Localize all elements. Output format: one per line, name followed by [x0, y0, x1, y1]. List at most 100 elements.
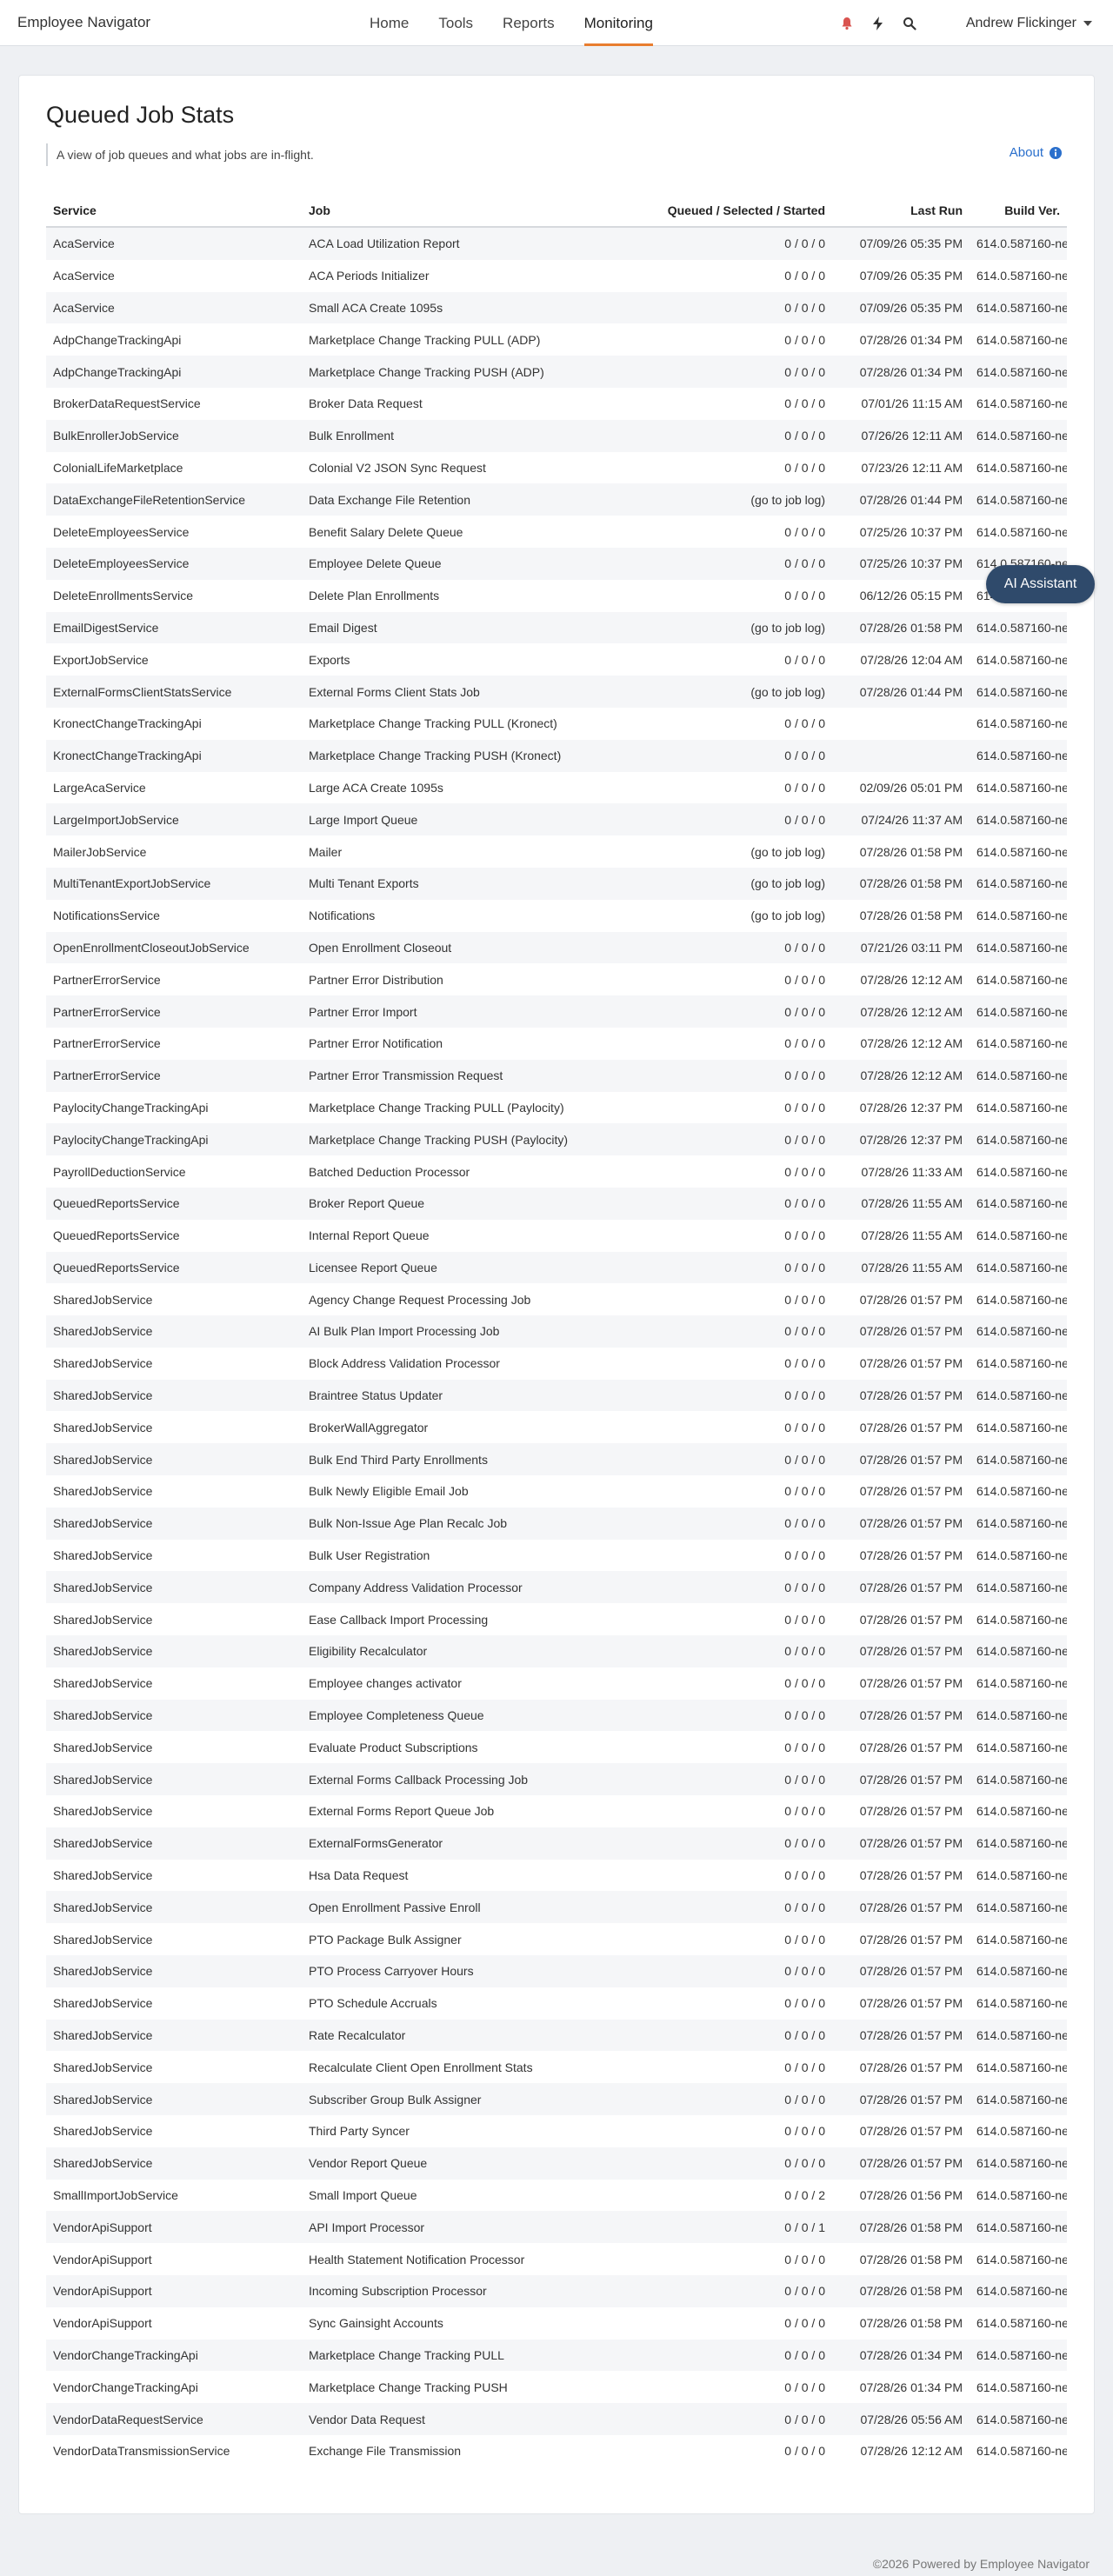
- job-link[interactable]: Employee Delete Queue: [302, 547, 589, 580]
- counts-link[interactable]: 0 / 0 / 0: [589, 2403, 832, 2435]
- counts-link[interactable]: 0 / 0 / 0: [589, 1348, 832, 1380]
- counts-link[interactable]: 0 / 0 / 0: [589, 1891, 832, 1924]
- job-link[interactable]: ExternalFormsGenerator: [302, 1827, 589, 1860]
- user-menu[interactable]: Andrew Flickinger: [966, 16, 1092, 31]
- job-link[interactable]: Small ACA Create 1095s: [302, 291, 589, 324]
- counts-link[interactable]: 0 / 0 / 0: [589, 1187, 832, 1220]
- job-link[interactable]: Partner Error Distribution: [302, 963, 589, 995]
- job-link[interactable]: Marketplace Change Tracking PULL (Payloc…: [302, 1092, 589, 1124]
- job-link[interactable]: External Forms Callback Processing Job: [302, 1763, 589, 1796]
- job-link[interactable]: Exchange File Transmission: [302, 2435, 589, 2467]
- counts-link[interactable]: 0 / 0 / 0: [589, 643, 832, 676]
- about-link[interactable]: About: [1010, 145, 1063, 160]
- counts-link[interactable]: 0 / 0 / 0: [589, 1059, 832, 1092]
- counts-link[interactable]: 0 / 0 / 0: [589, 1731, 832, 1763]
- job-link[interactable]: Bulk User Registration: [302, 1540, 589, 1572]
- job-link[interactable]: Employee changes activator: [302, 1667, 589, 1700]
- counts-link[interactable]: 0 / 0 / 0: [589, 291, 832, 324]
- counts-link[interactable]: 0 / 0 / 0: [589, 1667, 832, 1700]
- job-link[interactable]: PTO Process Carryover Hours: [302, 1955, 589, 1987]
- counts-link[interactable]: 0 / 0 / 0: [589, 1220, 832, 1252]
- counts-link[interactable]: 0 / 0 / 0: [589, 1283, 832, 1315]
- nav-tools[interactable]: Tools: [438, 0, 473, 46]
- job-log-link[interactable]: (go to job log): [589, 867, 832, 900]
- counts-link[interactable]: 0 / 0 / 0: [589, 2019, 832, 2052]
- job-link[interactable]: Company Address Validation Processor: [302, 1571, 589, 1604]
- job-link[interactable]: Partner Error Transmission Request: [302, 1059, 589, 1092]
- counts-link[interactable]: 0 / 0 / 0: [589, 1603, 832, 1635]
- counts-link[interactable]: 0 / 0 / 0: [589, 1028, 832, 1060]
- job-link[interactable]: Marketplace Change Tracking PULL (ADP): [302, 323, 589, 356]
- counts-link[interactable]: 0 / 0 / 0: [589, 356, 832, 388]
- counts-link[interactable]: 0 / 0 / 0: [589, 1507, 832, 1540]
- counts-link[interactable]: 0 / 0 / 0: [589, 963, 832, 995]
- job-link[interactable]: ACA Periods Initializer: [302, 260, 589, 292]
- job-link[interactable]: Open Enrollment Closeout: [302, 931, 589, 964]
- counts-link[interactable]: 0 / 0 / 0: [589, 516, 832, 548]
- job-link[interactable]: Agency Change Request Processing Job: [302, 1283, 589, 1315]
- job-link[interactable]: Health Statement Notification Processor: [302, 2243, 589, 2275]
- job-link[interactable]: Eligibility Recalculator: [302, 1635, 589, 1667]
- job-link[interactable]: Delete Plan Enrollments: [302, 580, 589, 612]
- job-link[interactable]: Broker Data Request: [302, 388, 589, 420]
- counts-link[interactable]: 0 / 0 / 0: [589, 772, 832, 804]
- counts-link[interactable]: 0 / 0 / 0: [589, 2307, 832, 2340]
- counts-link[interactable]: 0 / 0 / 0: [589, 1699, 832, 1732]
- job-link[interactable]: Sync Gainsight Accounts: [302, 2307, 589, 2340]
- counts-link[interactable]: 0 / 0 / 0: [589, 1827, 832, 1860]
- counts-link[interactable]: 0 / 0 / 0: [589, 1315, 832, 1348]
- job-link[interactable]: Braintree Status Updater: [302, 1379, 589, 1412]
- counts-link[interactable]: 0 / 0 / 0: [589, 995, 832, 1028]
- counts-link[interactable]: 0 / 0 / 0: [589, 547, 832, 580]
- job-link[interactable]: Incoming Subscription Processor: [302, 2275, 589, 2307]
- job-link[interactable]: Colonial V2 JSON Sync Request: [302, 452, 589, 484]
- job-log-link[interactable]: (go to job log): [589, 611, 832, 644]
- job-link[interactable]: Third Party Syncer: [302, 2115, 589, 2147]
- counts-link[interactable]: 0 / 0 / 0: [589, 1795, 832, 1827]
- counts-link[interactable]: 0 / 0 / 0: [589, 1379, 832, 1412]
- job-link[interactable]: Bulk Enrollment: [302, 419, 589, 452]
- job-link[interactable]: Partner Error Import: [302, 995, 589, 1028]
- job-log-link[interactable]: (go to job log): [589, 835, 832, 868]
- counts-link[interactable]: 0 / 0 / 0: [589, 1923, 832, 1955]
- nav-reports[interactable]: Reports: [503, 0, 555, 46]
- counts-link[interactable]: 0 / 0 / 0: [589, 803, 832, 836]
- job-link[interactable]: Marketplace Change Tracking PULL: [302, 2339, 589, 2372]
- counts-link[interactable]: 0 / 0 / 0: [589, 1251, 832, 1284]
- job-link[interactable]: Bulk Newly Eligible Email Job: [302, 1475, 589, 1508]
- job-link[interactable]: External Forms Report Queue Job: [302, 1795, 589, 1827]
- counts-link[interactable]: 0 / 0 / 0: [589, 1411, 832, 1443]
- job-link[interactable]: Subscriber Group Bulk Assigner: [302, 2083, 589, 2116]
- counts-link[interactable]: 0 / 0 / 0: [589, 2115, 832, 2147]
- counts-link[interactable]: 0 / 0 / 0: [589, 1092, 832, 1124]
- counts-link[interactable]: 0 / 0 / 0: [589, 580, 832, 612]
- counts-link[interactable]: 0 / 0 / 0: [589, 388, 832, 420]
- job-link[interactable]: Large Import Queue: [302, 803, 589, 836]
- counts-link[interactable]: 0 / 0 / 0: [589, 2371, 832, 2403]
- job-link[interactable]: Vendor Report Queue: [302, 2147, 589, 2180]
- job-link[interactable]: Marketplace Change Tracking PUSH (ADP): [302, 356, 589, 388]
- ai-assistant-button[interactable]: AI Assistant: [986, 565, 1095, 603]
- job-link[interactable]: PTO Schedule Accruals: [302, 1987, 589, 2020]
- counts-link[interactable]: 0 / 0 / 0: [589, 1635, 832, 1667]
- counts-link[interactable]: 0 / 0 / 0: [589, 2083, 832, 2116]
- job-link[interactable]: Licensee Report Queue: [302, 1251, 589, 1284]
- job-link[interactable]: Bulk End Third Party Enrollments: [302, 1443, 589, 1476]
- counts-link[interactable]: 0 / 0 / 0: [589, 1155, 832, 1188]
- counts-link[interactable]: 0 / 0 / 0: [589, 1860, 832, 1892]
- job-log-link[interactable]: (go to job log): [589, 676, 832, 708]
- counts-link[interactable]: 0 / 0 / 0: [589, 1571, 832, 1604]
- counts-link[interactable]: 0 / 0 / 0: [589, 260, 832, 292]
- counts-link[interactable]: 0 / 0 / 0: [589, 2051, 832, 2083]
- counts-link[interactable]: 0 / 0 / 0: [589, 2435, 832, 2467]
- counts-link[interactable]: 0 / 0 / 0: [589, 739, 832, 772]
- counts-link[interactable]: 0 / 0 / 0: [589, 2275, 832, 2307]
- job-link[interactable]: Benefit Salary Delete Queue: [302, 516, 589, 548]
- counts-link[interactable]: 0 / 0 / 0: [589, 1540, 832, 1572]
- search-icon[interactable]: [900, 14, 919, 33]
- job-link[interactable]: ACA Load Utilization Report: [302, 227, 589, 260]
- job-link[interactable]: Evaluate Product Subscriptions: [302, 1731, 589, 1763]
- counts-link[interactable]: 0 / 0 / 0: [589, 931, 832, 964]
- bell-icon[interactable]: [837, 14, 856, 33]
- job-link[interactable]: Open Enrollment Passive Enroll: [302, 1891, 589, 1924]
